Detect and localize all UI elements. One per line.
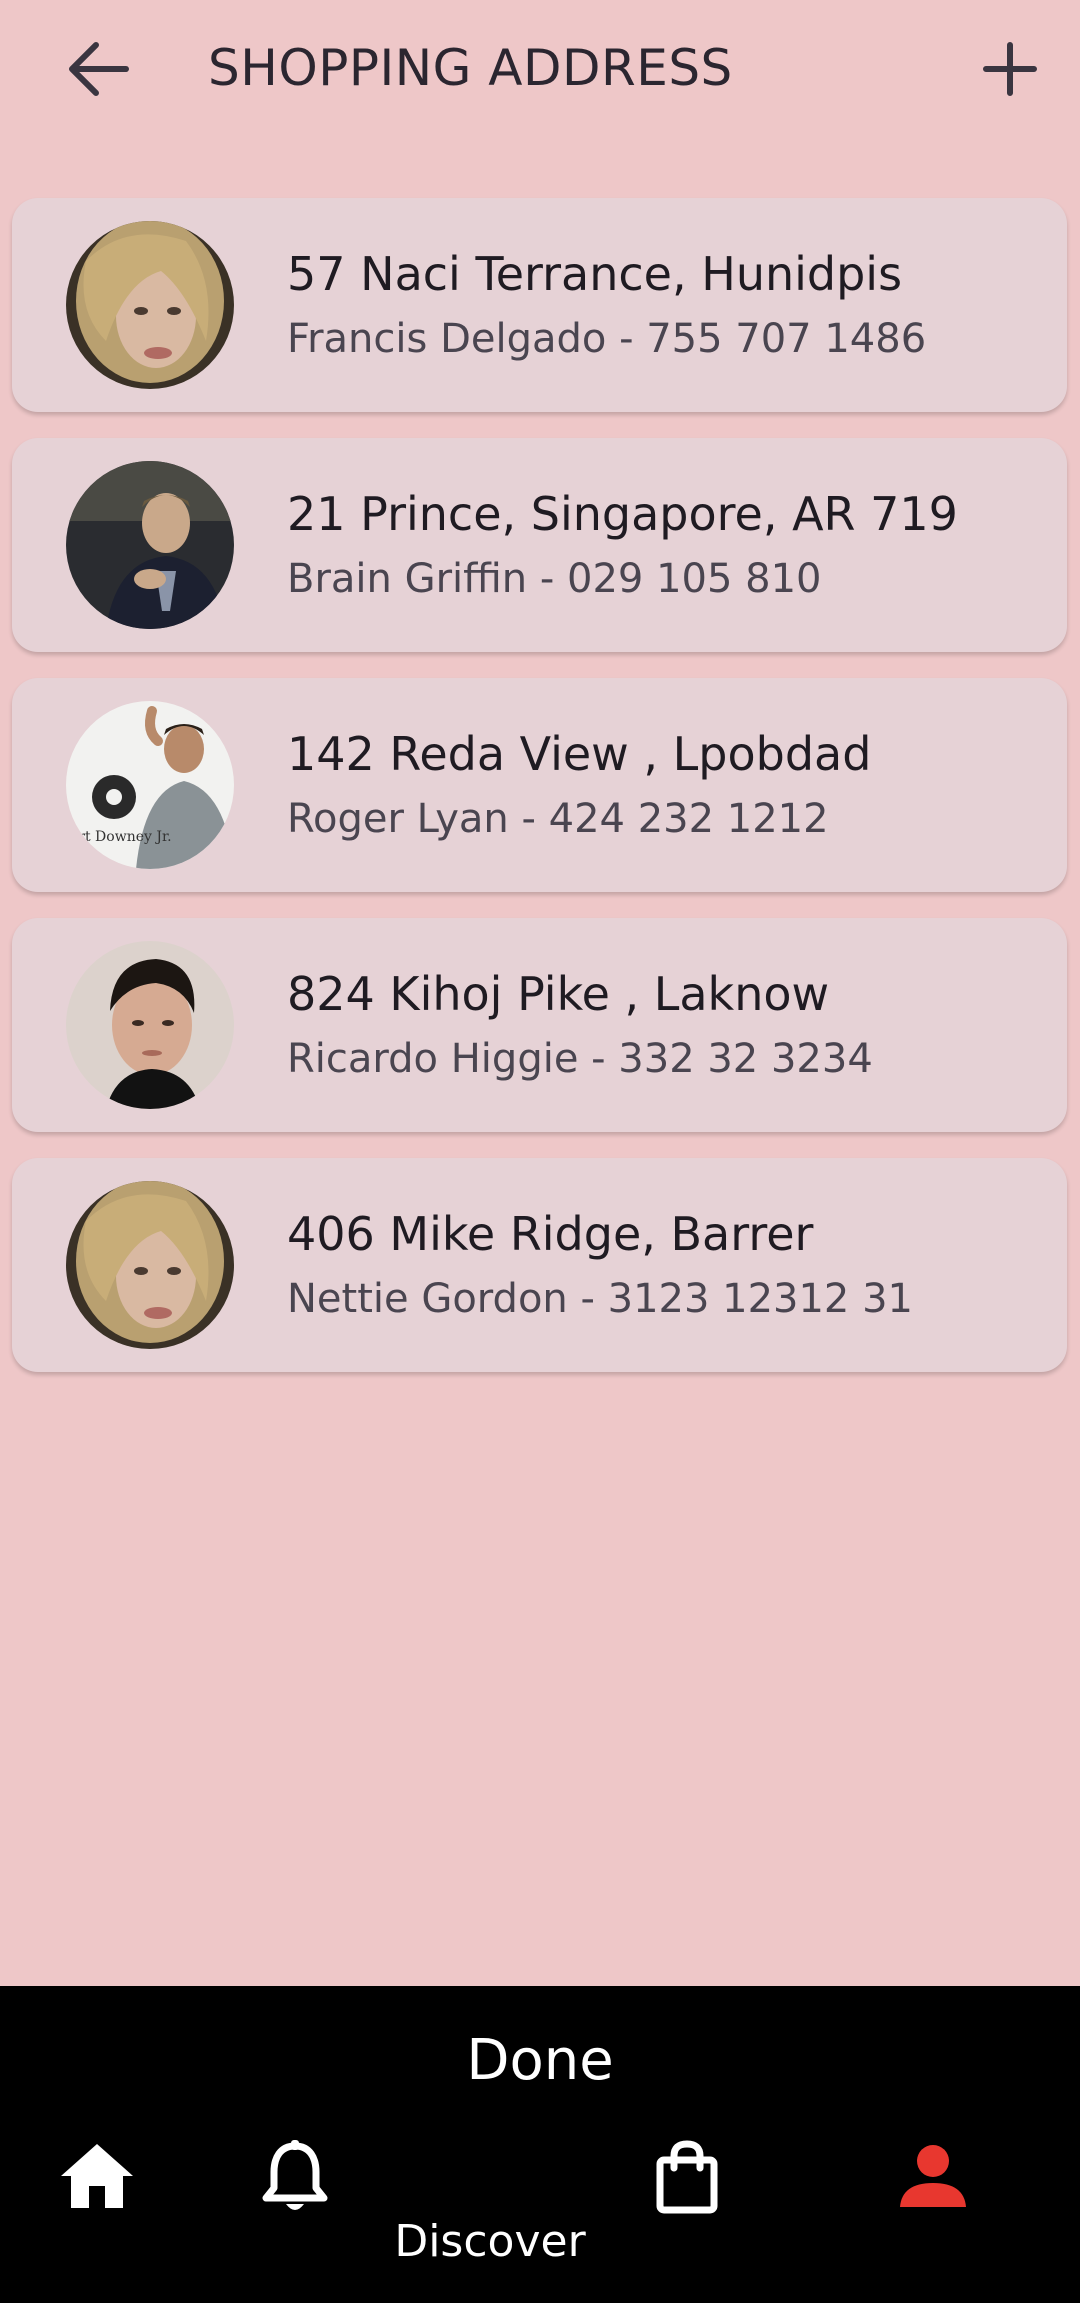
- address-card[interactable]: ert Downey Jr. 142 Reda View , Lpobdad R…: [12, 678, 1067, 892]
- shopping-bag-icon: [656, 2140, 718, 2214]
- address-line: 406 Mike Ridge, Barrer: [287, 1207, 814, 1261]
- done-button[interactable]: Done: [0, 2026, 1080, 2096]
- add-address-button[interactable]: [970, 34, 1050, 104]
- bottom-bar: Done Discover: [0, 1986, 1080, 2303]
- plus-icon: [983, 42, 1037, 96]
- back-button[interactable]: [58, 34, 138, 104]
- nav-notifications[interactable]: [250, 2131, 340, 2221]
- address-card[interactable]: 57 Naci Terrance, Hunidpis Francis Delga…: [12, 198, 1067, 412]
- address-card[interactable]: 21 Prince, Singapore, AR 719 Brain Griff…: [12, 438, 1067, 652]
- bell-icon: [262, 2140, 328, 2210]
- home-icon: [61, 2144, 133, 2208]
- address-line: 142 Reda View , Lpobdad: [287, 727, 872, 781]
- app-bar: SHOPPING ADDRESS: [0, 0, 1080, 140]
- address-line: 21 Prince, Singapore, AR 719: [287, 487, 958, 541]
- nav-home[interactable]: [52, 2131, 142, 2221]
- avatar: [66, 1181, 234, 1349]
- svg-text:ert Downey Jr.: ert Downey Jr.: [70, 829, 172, 845]
- person-icon: [900, 2145, 966, 2207]
- address-line: 824 Kihoj Pike , Laknow: [287, 967, 830, 1021]
- contact-line: Nettie Gordon - 3123 12312 31: [287, 1276, 913, 1322]
- contact-line: Ricardo Higgie - 332 32 3234: [287, 1036, 873, 1082]
- page-title: SHOPPING ADDRESS: [208, 39, 733, 97]
- avatar: [66, 221, 234, 389]
- avatar: ert Downey Jr.: [66, 701, 234, 869]
- contact-line: Francis Delgado - 755 707 1486: [287, 316, 927, 362]
- address-card[interactable]: 824 Kihoj Pike , Laknow Ricardo Higgie -…: [12, 918, 1067, 1132]
- nav-discover-label[interactable]: Discover: [380, 2214, 600, 2270]
- address-card[interactable]: 406 Mike Ridge, Barrer Nettie Gordon - 3…: [12, 1158, 1067, 1372]
- nav-cart[interactable]: [642, 2131, 732, 2221]
- contact-line: Roger Lyan - 424 232 1212: [287, 796, 829, 842]
- address-line: 57 Naci Terrance, Hunidpis: [287, 247, 903, 301]
- address-list: 57 Naci Terrance, Hunidpis Francis Delga…: [12, 198, 1067, 1398]
- nav-profile[interactable]: [888, 2131, 978, 2221]
- contact-line: Brain Griffin - 029 105 810: [287, 556, 822, 602]
- avatar: [66, 461, 234, 629]
- arrow-left-icon: [69, 42, 129, 96]
- avatar: [66, 941, 234, 1109]
